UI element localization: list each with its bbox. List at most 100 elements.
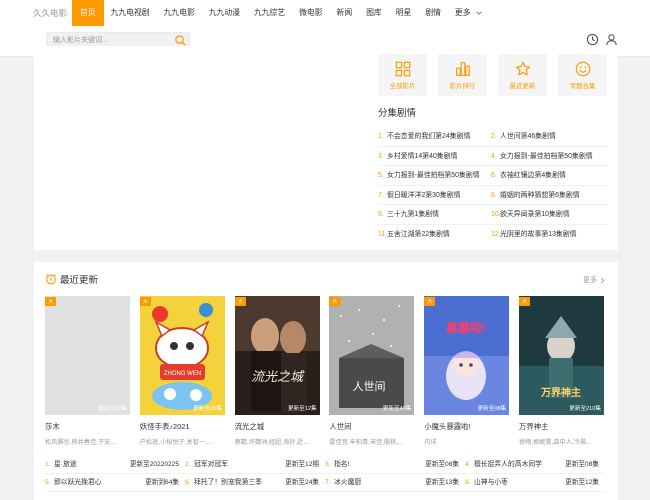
episode-item[interactable]: 1. 不会恋爱的我们第24集剧情 — [378, 127, 491, 147]
latest-title: 最近更新 — [60, 275, 99, 286]
poster-text: 人世间 — [353, 380, 386, 393]
list-title: 指名! — [334, 461, 350, 468]
poster-image[interactable]: 暴露啦! 大 更新至08集 — [424, 296, 510, 415]
nav-plots[interactable]: 剧情 — [418, 0, 448, 26]
list-item[interactable]: 8. 山神与小枣 更新至12集 — [465, 474, 605, 492]
list-item-left: 4. 擅长捉弄人的高木同学 — [465, 456, 542, 473]
user-icon[interactable] — [605, 33, 618, 46]
poster-title[interactable]: 人世间 — [329, 421, 414, 432]
poster-image[interactable]: 大 更新至22集 — [45, 296, 130, 415]
quick-link-all[interactable]: 全部影片 — [378, 54, 427, 96]
nav-stars[interactable]: 明星 — [389, 0, 419, 26]
nav-more[interactable]: 更多 — [448, 0, 490, 26]
list-status: 更新至24集 — [285, 479, 319, 486]
episode-item[interactable]: 10.欲天异闻录第10集剧情 — [491, 205, 608, 225]
quick-link-label: 专题合集 — [569, 83, 596, 90]
latest-list: 1. 星·旅途 更新至20220225 2. 冠军对冠军 更新至12期 3. 指名! 更新至08… — [45, 456, 605, 492]
list-item[interactable]: 5. 即以跃光挽君心 更新到64集 — [45, 474, 185, 492]
poster-art: 万界神主 — [518, 296, 604, 415]
poster-image[interactable]: ZHONG WEN 大 更新至20集 — [139, 296, 225, 415]
site-logo[interactable]: 久久电影 — [33, 7, 67, 19]
poster-card[interactable]: 流光之城 大 更新至12集 流光之城 蔡懿,许魏洲,经超,海铃,近... — [234, 296, 320, 446]
episode-status: 更新至22集 — [98, 406, 127, 412]
episode-item[interactable]: 3. 乡村爱情14第40集剧情 — [378, 147, 491, 166]
nav-movie[interactable]: 九九电影 — [157, 0, 202, 26]
list-title: 冠军对冠军 — [194, 461, 228, 468]
poster-image[interactable]: 万界神主 大 更新至210集 — [518, 296, 604, 415]
quality-badge: 大 — [234, 297, 246, 306]
quality-badge: 大 — [329, 297, 341, 306]
episode-item[interactable]: 11.五舍江湖第22集剧情 — [378, 225, 491, 245]
episode-item[interactable]: 4. 女力报到-最佳拍档第50集剧情 — [491, 147, 608, 166]
episode-item[interactable]: 6. 衣袖红镶边第4集剧情 — [491, 166, 608, 186]
episode-text: 假日暖洋洋2第30集剧情 — [387, 191, 461, 199]
poster-title[interactable]: 流光之城 — [235, 421, 320, 432]
list-item[interactable]: 6. 拜托了！别宠我第三季 更新至24集 — [185, 474, 325, 492]
episode-item[interactable]: 7. 假日暖洋洋2第30集剧情 — [378, 186, 491, 205]
nav-variety[interactable]: 九九综艺 — [247, 0, 292, 26]
quick-link-label: 全部影片 — [389, 83, 416, 90]
poster-text: 万界神主 — [540, 386, 581, 399]
episode-status: 更新至08集 — [477, 406, 507, 412]
episode-status: 更新至46集 — [382, 406, 412, 412]
episode-text: 欲天异闻录第10集剧情 — [500, 211, 570, 218]
poster-row: 大 更新至22集 莎木 松风雅也,熊井春佳,子安... ZHONG WEN 大 … — [45, 296, 614, 446]
poster-card[interactable]: ZHONG WEN 大 更新至20集 妖怪手表♪2021 户松遥,小桜悦子,关智… — [139, 296, 225, 446]
nav-anime[interactable]: 九九动漫 — [202, 0, 247, 26]
nav-home[interactable]: 首页 — [72, 0, 104, 26]
poster-actors: 内详 — [424, 439, 437, 446]
list-item[interactable]: 1. 星·旅途 更新至20220225 — [45, 456, 185, 474]
list-number: 1. — [45, 461, 51, 468]
nav-gallery[interactable]: 图库 — [359, 0, 389, 26]
episode-text: 乡村爱情14第40集剧情 — [387, 152, 458, 160]
episode-text: 婚姻的两种猜想第6集剧情 — [500, 191, 580, 199]
list-title: 冰火魔厨 — [334, 479, 362, 486]
nav-micro-film[interactable]: 微电影 — [292, 0, 329, 26]
list-number: 4. — [465, 461, 471, 468]
list-status: 更新至12集 — [565, 479, 599, 486]
episode-number: 11. — [378, 230, 388, 238]
quick-link-ranking[interactable]: 影片排行 — [438, 54, 487, 96]
list-item[interactable]: 2. 冠军对冠军 更新至12期 — [185, 456, 325, 474]
list-status: 更新至12期 — [285, 461, 319, 468]
nav-tv[interactable]: 九九电视剧 — [104, 0, 157, 26]
poster-image[interactable]: 人世间 大 更新至46集 — [329, 296, 415, 415]
star-icon — [515, 61, 530, 76]
poster-title[interactable]: 妖怪手表♪2021 — [140, 421, 225, 432]
episode-number: 9. — [378, 211, 384, 218]
episode-item[interactable]: 5. 女力报到-最佳拍档第50集剧情 — [378, 166, 491, 186]
list-item[interactable]: 3. 指名! 更新至08集 — [325, 456, 465, 474]
episode-text: 三十九第1集剧情 — [387, 211, 440, 218]
list-item[interactable]: 4. 擅长捉弄人的高木同学 更新至08集 — [465, 456, 605, 474]
episode-item[interactable]: 2. 人世间第46集剧情 — [491, 127, 608, 147]
episode-text: 女力报到-最佳拍档第50集剧情 — [387, 172, 480, 179]
poster-card[interactable]: 大 更新至22集 莎木 松风雅也,熊井春佳,子安... — [45, 296, 130, 446]
quick-links: 全部影片 影片排行 最近更新 专题合集 — [378, 54, 618, 96]
latest-header: 最近更新 — [45, 272, 98, 286]
quick-link-recent[interactable]: 最近更新 — [498, 54, 547, 96]
history-clock-icon[interactable] — [586, 33, 599, 46]
poster-image[interactable]: 流光之城 大 更新至12集 — [234, 296, 320, 415]
poster-card[interactable]: 万界神主 大 更新至210集 万界神主 徐翔,柳妮熏,森中人,冷晨... — [518, 296, 604, 446]
quality-badge: 大 — [518, 297, 531, 306]
list-item[interactable]: 7. 冰火魔厨 更新至13集 — [325, 474, 465, 492]
poster-title[interactable]: 莎木 — [45, 421, 130, 432]
quick-link-label: 最近更新 — [509, 83, 536, 90]
poster-card[interactable]: 人世间 大 更新至46集 人世间 雷佳音,辛柏青,宋佳,殷桃,... — [329, 296, 415, 446]
poster-title[interactable]: 小魔头暴露啦! — [424, 421, 509, 432]
poster-title[interactable]: 万界神主 — [519, 421, 604, 432]
quality-badge: 大 — [424, 297, 436, 306]
episode-item[interactable]: 12.光阴里的故事第13集剧情 — [491, 225, 608, 245]
main-nav: 首页 九九电视剧 九九电影 九九动漫 九九综艺 微电影 新闻 图库 明星 剧情 … — [72, 0, 490, 26]
episode-number: 7. — [378, 191, 384, 199]
list-item-left: 2. 冠军对冠军 — [185, 456, 228, 473]
poster-actors: 户松遥,小桜悦子,关智一,... — [139, 439, 212, 446]
quick-link-topics[interactable]: 专题合集 — [558, 54, 607, 96]
episode-item[interactable]: 9. 三十九第1集剧情 — [378, 205, 491, 225]
list-number: 8. — [465, 479, 471, 486]
episode-number: 3. — [378, 152, 384, 160]
latest-more-link[interactable]: 更多 — [583, 275, 606, 285]
nav-news[interactable]: 新闻 — [330, 0, 360, 26]
poster-card[interactable]: 暴露啦! 大 更新至08集 小魔头暴露啦! 内详 — [424, 296, 510, 446]
episode-item[interactable]: 8. 婚姻的两种猜想第6集剧情 — [491, 186, 608, 205]
